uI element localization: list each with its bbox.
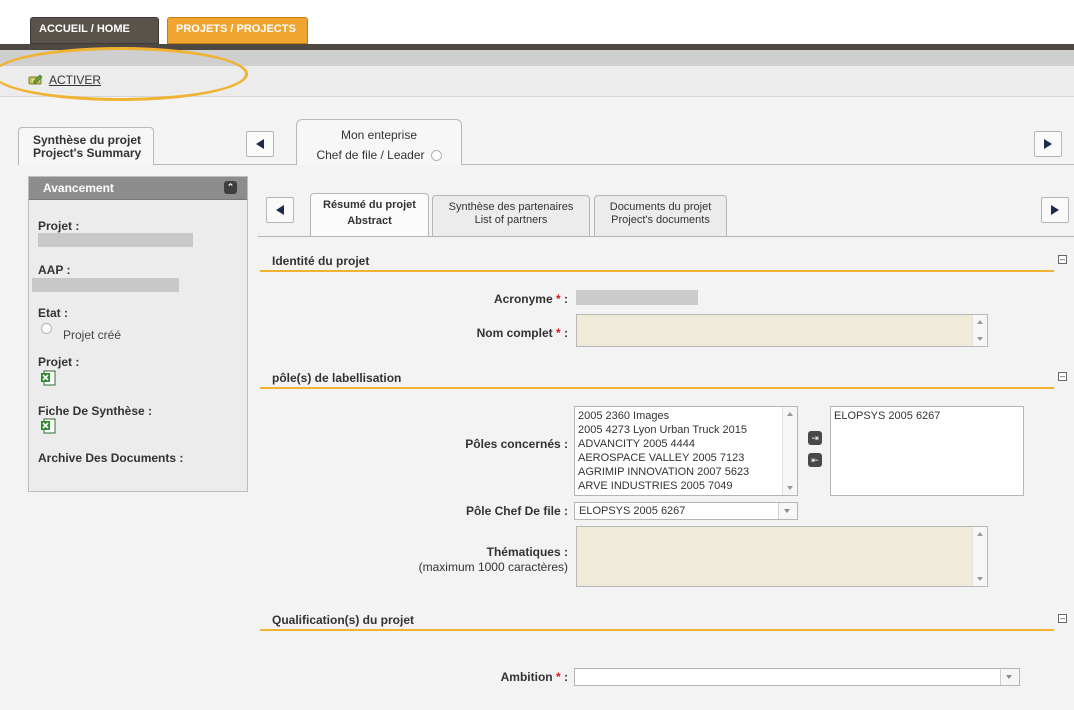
top-navigation: ACCUEIL / HOME PAGE PROJETS / PROJECTS <box>0 0 1074 57</box>
inner-tabs-next-button[interactable] <box>1041 197 1069 223</box>
tab-documents-line1: Documents du projet <box>609 201 712 213</box>
tab-home-page[interactable]: ACCUEIL / HOME PAGE <box>30 17 159 57</box>
section-title-poles: pôle(s) de labellisation <box>272 371 402 385</box>
projet-file-label: Projet : <box>38 355 80 369</box>
pole-chef-select[interactable]: ELOPSYS 2005 6267 <box>574 502 798 520</box>
progress-panel: Avancement ⌃ Projet : AAP : Etat : Proje… <box>28 176 248 492</box>
ambition-label-text: Ambition <box>500 670 553 684</box>
collapse-minus-icon[interactable]: – <box>1058 255 1067 264</box>
listbox-scrollbar[interactable] <box>782 407 797 495</box>
application-frame: ACCUEIL / HOME PAGE PROJETS / PROJECTS A… <box>0 0 1074 710</box>
textarea-scrollbar[interactable] <box>972 315 987 346</box>
tab-project-summary[interactable]: Synthèse du projet Project's Summary <box>18 127 154 165</box>
tab-project-summary-line2: Project's Summary <box>33 146 142 160</box>
tab-partners-line1: Synthèse des partenaires <box>448 201 574 213</box>
arrow-right-icon <box>1051 205 1059 215</box>
progress-panel-title: Avancement <box>43 181 114 195</box>
section-title-identite: Identité du projet <box>272 254 370 268</box>
company-role: Chef de file / Leader <box>316 148 425 162</box>
ambition-select[interactable] <box>574 668 1020 686</box>
section-underline <box>260 270 1054 272</box>
inner-tab-divider <box>258 236 1074 237</box>
inner-tabs-prev-button[interactable] <box>266 197 294 223</box>
nom-complet-textarea[interactable] <box>576 314 988 347</box>
acronyme-value-redacted[interactable] <box>576 290 698 305</box>
nom-complet-label-text: Nom complet <box>476 326 553 340</box>
section-underline <box>260 387 1054 389</box>
required-asterisk: * <box>552 670 561 684</box>
excel-file-icon[interactable] <box>40 370 56 386</box>
aap-label: AAP : <box>38 263 71 277</box>
progress-panel-header: Avancement ⌃ <box>29 177 247 200</box>
pole-chef-value: ELOPSYS 2005 6267 <box>579 505 686 517</box>
acronyme-label-text: Acronyme <box>493 292 553 306</box>
tab-documents-line2: Project's documents <box>611 214 710 226</box>
fiche-synthese-label: Fiche De Synthèse : <box>38 404 153 418</box>
tab-company-leader[interactable]: Mon enteprise Chef de file / Leader <box>296 119 462 165</box>
project-tabs-next-button[interactable] <box>1034 131 1062 157</box>
required-asterisk: * <box>552 292 561 306</box>
excel-file-icon[interactable] <box>40 418 56 434</box>
tab-partners-line2: List of partners <box>474 214 548 226</box>
tab-abstract-line1: Résumé du projet <box>323 199 416 211</box>
company-role-row: Chef de file / Leader <box>297 145 461 165</box>
etat-value: Projet créé <box>63 328 122 342</box>
arrow-left-icon <box>276 205 284 215</box>
required-asterisk: * <box>552 326 561 340</box>
pole-chef-label: Pôle Chef De file : <box>465 504 568 518</box>
available-poles-listbox[interactable]: 2005 2360 Images 2005 4273 Lyon Urban Tr… <box>574 406 798 496</box>
section-underline <box>260 629 1054 631</box>
chevron-down-icon[interactable] <box>778 503 797 519</box>
projet-label: Projet : <box>38 219 80 233</box>
list-item[interactable]: 2005 4273 Lyon Urban Truck 2015 <box>578 423 797 437</box>
aap-value-redacted <box>32 278 179 292</box>
acronyme-label: Acronyme * : <box>493 292 568 306</box>
project-tabs-prev-button[interactable] <box>246 131 274 157</box>
thematiques-hint: (maximum 1000 caractères) <box>418 560 568 574</box>
tab-abstract[interactable]: Résumé du projet Abstract <box>310 193 429 236</box>
ambition-label: Ambition * : <box>500 670 568 684</box>
list-item[interactable]: ARVE INDUSTRIES 2005 7049 <box>578 479 797 493</box>
list-item[interactable]: 2005 2360 Images <box>578 409 797 423</box>
list-item[interactable]: ELOPSYS 2005 6267 <box>834 409 1023 423</box>
tab-row-divider <box>154 164 1074 165</box>
collapse-minus-icon[interactable]: – <box>1058 614 1067 623</box>
company-name: Mon enteprise <box>340 128 418 142</box>
move-left-icon[interactable]: ⇤ <box>808 453 822 467</box>
tab-list-of-partners[interactable]: Synthèse des partenaires List of partner… <box>432 195 590 236</box>
leader-radio-icon <box>430 150 442 162</box>
move-right-icon[interactable]: ⇥ <box>808 431 822 445</box>
highlight-annotation-ellipse <box>0 47 248 101</box>
etat-radio-icon <box>41 323 52 334</box>
tab-project-documents[interactable]: Documents du projet Project's documents <box>594 195 727 236</box>
collapse-minus-icon[interactable]: – <box>1058 372 1067 381</box>
arrow-left-icon <box>256 139 264 149</box>
thematiques-textarea[interactable] <box>576 526 988 587</box>
list-item[interactable]: AEROSPACE VALLEY 2005 7123 <box>578 451 797 465</box>
chevron-down-icon[interactable] <box>1000 669 1019 685</box>
section-title-qualification: Qualification(s) du projet <box>272 613 415 627</box>
projet-value-redacted <box>38 233 193 247</box>
thematiques-label: Thématiques : <box>486 545 568 559</box>
list-item[interactable]: AGRIMIP INNOVATION 2007 5623 <box>578 465 797 479</box>
textarea-scrollbar[interactable] <box>972 527 987 586</box>
tab-projects[interactable]: PROJETS / PROJECTS <box>167 17 308 44</box>
poles-concernes-label: Pôles concernés : <box>465 437 568 451</box>
tab-abstract-line2: Abstract <box>347 215 392 227</box>
etat-label: Etat : <box>38 306 68 320</box>
collapse-up-icon[interactable]: ⌃ <box>224 181 237 194</box>
nom-complet-label: Nom complet * : <box>476 326 568 340</box>
list-item[interactable]: ADVANCITY 2005 4444 <box>578 437 797 451</box>
selected-poles-listbox[interactable]: ELOPSYS 2005 6267 <box>830 406 1024 496</box>
archive-documents-label: Archive Des Documents : <box>38 451 184 465</box>
arrow-right-icon <box>1044 139 1052 149</box>
